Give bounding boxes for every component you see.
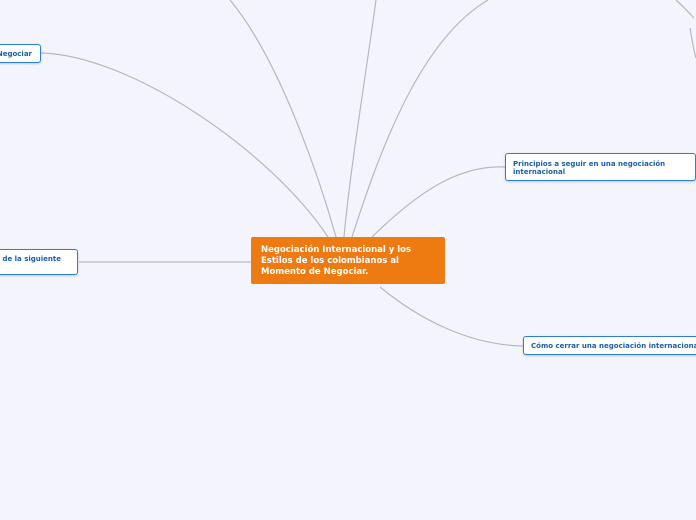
connector-top-right-1 — [675, 0, 695, 19]
topic-principios-negociacion[interactable]: Principios a seguir en una negociación i… — [505, 153, 696, 181]
topic-cerrar-negociacion[interactable]: Cómo cerrar una negociación internaciona… — [523, 336, 696, 355]
connector-cerrar — [379, 286, 524, 347]
connector-negociar — [40, 52, 329, 238]
connector-principios — [371, 166, 506, 238]
connector-top-2 — [343, 0, 377, 238]
central-topic[interactable]: Negociación Internacional y los Estilos … — [251, 237, 445, 284]
topic-de-la-siguiente[interactable]: de la siguiente — [0, 249, 78, 275]
connector-top-right-2 — [689, 27, 696, 59]
topic-negociar[interactable]: Negociar — [0, 44, 41, 63]
connector-top-1 — [229, 0, 337, 238]
connector-top-3 — [351, 0, 489, 238]
